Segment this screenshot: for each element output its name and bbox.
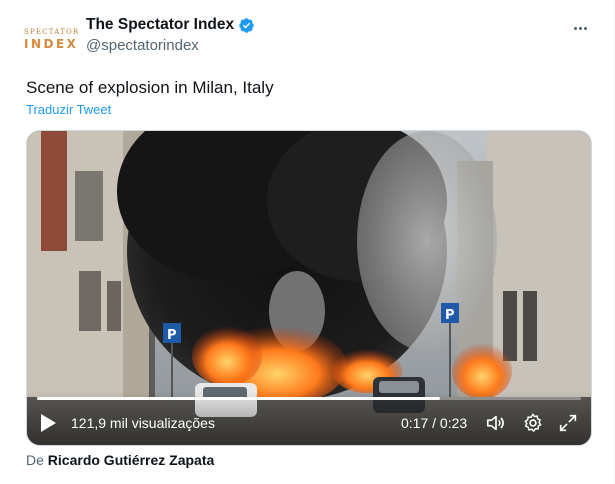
video-controls: 121,9 mil visualizações 0:17 / 0:23 [27,391,591,445]
avatar[interactable]: SPECTATOR INDEX [24,24,80,56]
progress-fill [37,397,440,400]
credit-author[interactable]: Ricardo Gutiérrez Zapata [48,452,215,468]
tweet-card: SPECTATOR INDEX The Spectator Index @spe… [0,0,615,484]
svg-text:P: P [167,328,177,343]
more-options-icon[interactable] [570,18,590,38]
volume-icon[interactable] [485,412,507,434]
avatar-line-2: INDEX [24,37,79,51]
progress-bar[interactable] [37,397,581,400]
tweet-text: Scene of explosion in Milan, Italy [26,78,274,97]
video-player[interactable]: P P 121,9 mil visualizações 0:17 / 0:23 [26,130,592,446]
video-time: 0:17 / 0:23 [401,415,468,431]
display-name[interactable]: The Spectator Index [86,16,234,34]
svg-text:P: P [445,308,455,323]
play-icon[interactable] [39,413,57,433]
author-info: The Spectator Index @spectatorindex [86,16,255,54]
verified-badge-icon [239,17,254,33]
avatar-line-1: SPECTATOR [24,28,80,36]
handle[interactable]: @spectatorindex [86,37,255,54]
fullscreen-icon[interactable] [557,412,579,434]
settings-icon[interactable] [522,412,544,434]
credit-prefix: De [26,452,44,468]
translate-link[interactable]: Traduzir Tweet [26,102,111,117]
view-count: 121,9 mil visualizações [71,415,215,431]
video-credit: De Ricardo Gutiérrez Zapata [26,452,214,468]
